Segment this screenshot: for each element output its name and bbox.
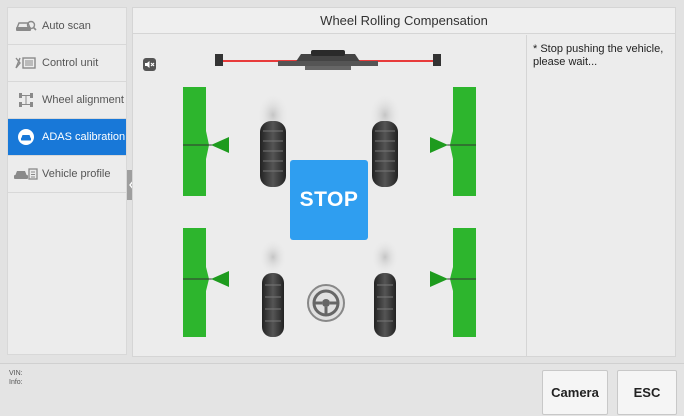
sidebar-item-wheel-alignment[interactable]: Wheel alignment [8, 82, 126, 119]
sidebar-item-label: Vehicle profile [42, 168, 111, 180]
target-rear-right [430, 228, 476, 337]
wheel-rear-left [259, 239, 287, 337]
adas-icon [14, 129, 38, 145]
wheel-front-left [257, 93, 289, 187]
camera-button[interactable]: Camera [542, 370, 608, 415]
alignment-diagram: STOP [133, 35, 526, 356]
vehicle-profile-icon [14, 166, 38, 182]
sidebar-item-control-unit[interactable]: Control unit [8, 45, 126, 82]
instruction-text: * Stop pushing the vehicle, please wait.… [526, 35, 676, 356]
bottom-bar: VIN: Info: Camera ESC [0, 363, 684, 416]
sidebar: Auto scan Control unit Wheel alignment A… [7, 7, 127, 355]
stop-indicator: STOP [290, 160, 368, 240]
wheel-front-right [369, 93, 401, 187]
sidebar-item-label: Auto scan [42, 20, 91, 32]
calibration-crossbar [215, 50, 441, 70]
main-panel: Wheel Rolling Compensation STOP * Stop p… [132, 7, 676, 357]
steering-wheel-icon [307, 284, 345, 322]
info-label: Info: [9, 379, 23, 386]
wheel-rear-right [371, 239, 399, 337]
car-scan-icon [14, 18, 38, 34]
vehicle-info: VIN: Info: [9, 369, 23, 387]
vin-label: VIN: [9, 370, 23, 377]
esc-button[interactable]: ESC [617, 370, 677, 415]
page-title: Wheel Rolling Compensation [133, 8, 675, 34]
control-unit-icon [14, 55, 38, 71]
wheel-alignment-icon [14, 92, 38, 108]
sidebar-item-label: Wheel alignment [42, 94, 124, 106]
sidebar-item-auto-scan[interactable]: Auto scan [8, 8, 126, 45]
sidebar-item-vehicle-profile[interactable]: Vehicle profile [8, 156, 126, 193]
sidebar-item-label: ADAS calibration [42, 131, 126, 143]
target-rear-left [183, 228, 229, 337]
sidebar-item-label: Control unit [42, 57, 99, 69]
target-front-left [183, 87, 229, 196]
sidebar-item-adas-calibration[interactable]: ADAS calibration [8, 119, 126, 156]
target-front-right [430, 87, 476, 196]
